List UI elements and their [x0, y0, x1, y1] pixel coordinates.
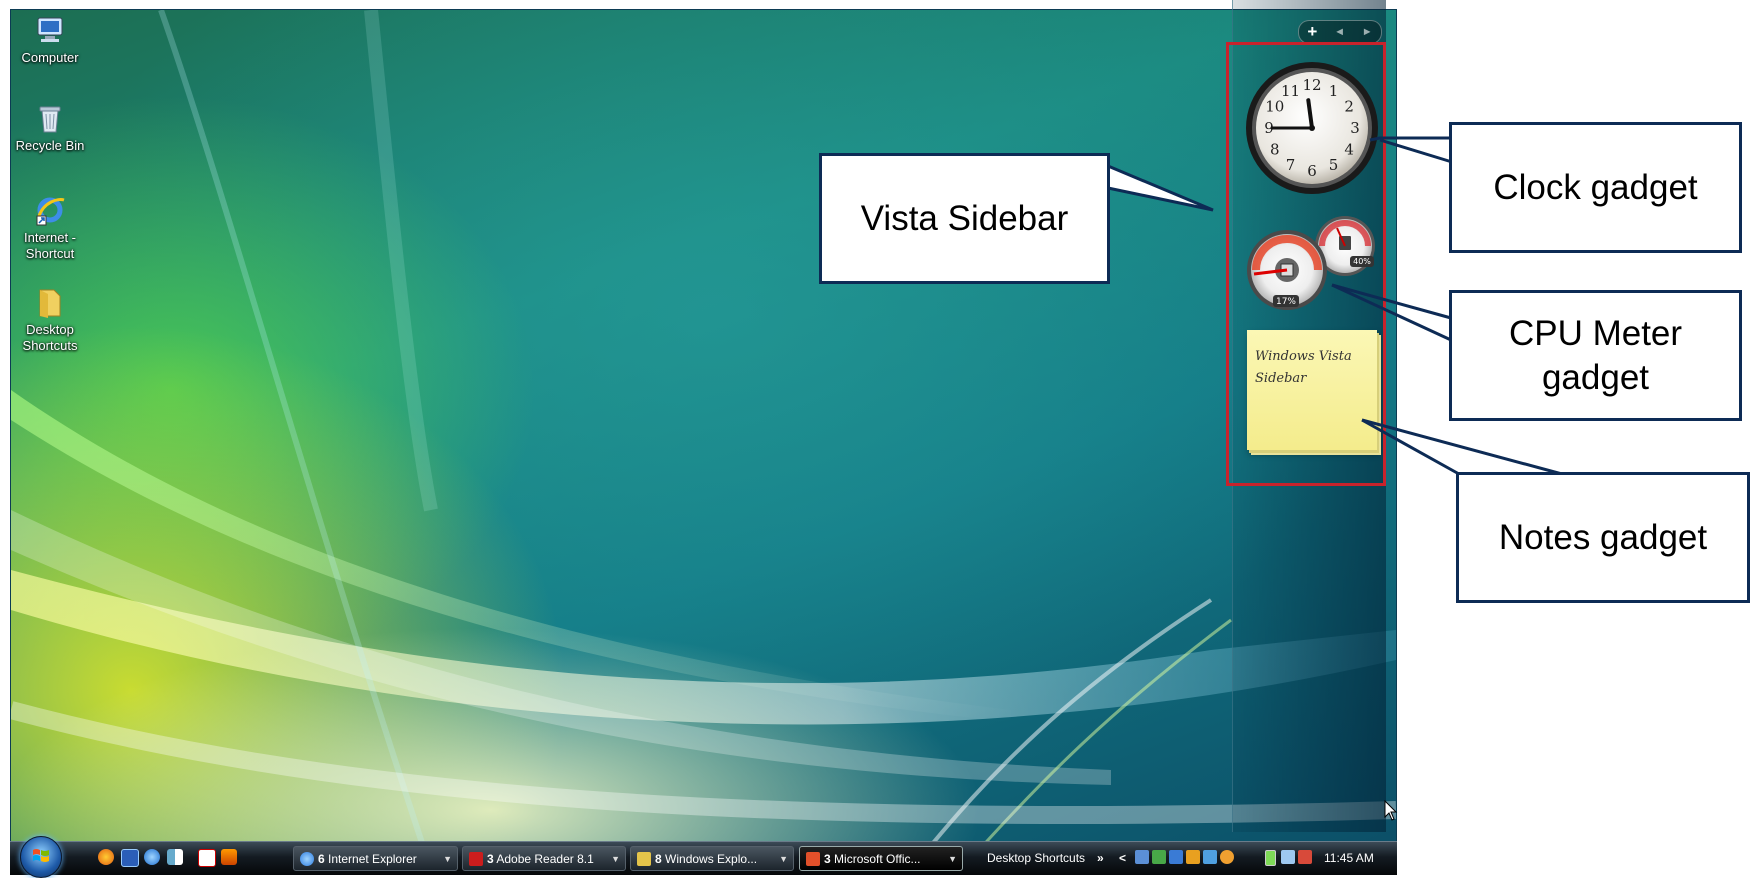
quick-launch-internet-explorer-icon[interactable]: [144, 849, 160, 865]
start-button[interactable]: [20, 836, 62, 878]
callout-text: CPU Meter: [1508, 313, 1683, 353]
volume-icon[interactable]: [1298, 850, 1312, 864]
callout-text: Vista Sidebar: [860, 198, 1069, 238]
desktop-icon-label: Recycle Bin: [15, 138, 85, 153]
sidebar-controls: + ◄ ►: [1298, 20, 1382, 44]
computer-icon: [34, 14, 66, 46]
sidebar-highlight-box: [1226, 42, 1386, 486]
taskbar-clock[interactable]: 11:45 AM: [1324, 846, 1374, 871]
callout-clock-gadget: Clock gadget: [1449, 122, 1742, 253]
quick-launch-firefox-icon[interactable]: [98, 849, 114, 865]
folder-icon: [34, 286, 66, 318]
task-count: 8: [655, 852, 662, 866]
task-windows-explorer[interactable]: 8 Windows Explo... ▼: [630, 846, 794, 871]
callout-vista-sidebar: Vista Sidebar: [819, 153, 1110, 284]
task-label: Internet Explorer: [328, 852, 417, 866]
add-gadget-button[interactable]: +: [1307, 22, 1317, 42]
windows-logo-icon: [33, 849, 49, 862]
task-label: Microsoft Offic...: [834, 852, 921, 866]
internet-explorer-icon: [34, 194, 66, 226]
callout-cpu-meter-gadget: CPU Meter gadget: [1449, 290, 1742, 421]
battery-icon[interactable]: [1265, 850, 1276, 866]
sync-icon[interactable]: [1152, 850, 1166, 864]
task-label: Adobe Reader 8.1: [496, 852, 594, 866]
mouse-pointer-icon: [1384, 800, 1398, 821]
show-hidden-icons-button[interactable]: <: [1119, 846, 1126, 871]
desktop-icon-label: Desktop Shortcuts: [22, 322, 78, 353]
callout-text: gadget: [1541, 357, 1650, 397]
microsoft-office-icon: [806, 852, 820, 866]
network-connection-icon[interactable]: [1281, 850, 1295, 864]
display-icon[interactable]: [1186, 850, 1200, 864]
task-internet-explorer[interactable]: 6 Internet Explorer ▼: [293, 846, 458, 871]
callout-text: Clock gadget: [1493, 167, 1698, 207]
task-adobe-reader[interactable]: 3 Adobe Reader 8.1 ▼: [462, 846, 626, 871]
chevron-down-icon: ▼: [948, 854, 957, 864]
task-label: Windows Explo...: [665, 852, 758, 866]
callout-notes-gadget: Notes gadget: [1456, 472, 1750, 603]
quick-launch-adobe-icon[interactable]: [198, 849, 216, 867]
adobe-reader-icon: [469, 852, 483, 866]
desktop-icon-desktop-shortcuts[interactable]: Desktop Shortcuts: [10, 286, 90, 354]
callout-text: Notes gadget: [1498, 517, 1708, 557]
security-icon[interactable]: [1203, 850, 1217, 864]
desktop-shortcuts-toolbar[interactable]: Desktop Shortcuts: [987, 846, 1085, 871]
wireless-icon[interactable]: [1169, 850, 1183, 864]
desktop: [10, 9, 1397, 874]
toolbar-more-button[interactable]: »: [1097, 846, 1104, 871]
quick-launch-word-icon[interactable]: [121, 849, 139, 867]
desktop-icon-internet-shortcut[interactable]: Internet - Shortcut: [10, 194, 90, 262]
task-count: 3: [487, 852, 494, 866]
recycle-bin-icon: [34, 102, 66, 134]
previous-gadgets-button[interactable]: ◄: [1334, 26, 1345, 38]
internet-explorer-icon: [300, 852, 314, 866]
task-microsoft-office[interactable]: 3 Microsoft Offic... ▼: [799, 846, 963, 871]
task-count: 6: [318, 852, 325, 866]
chevron-down-icon: ▼: [611, 854, 620, 864]
chevron-down-icon: ▼: [779, 854, 788, 864]
quick-launch-documents-icon[interactable]: [167, 849, 183, 865]
chevron-down-icon: ▼: [443, 854, 452, 864]
network-icon[interactable]: [1135, 850, 1149, 864]
next-gadgets-button[interactable]: ►: [1362, 26, 1373, 38]
desktop-icon-recycle-bin[interactable]: Recycle Bin: [10, 102, 90, 154]
desktop-icon-label: Internet - Shortcut: [23, 230, 77, 261]
quick-launch-media-icon[interactable]: [221, 849, 237, 865]
task-count: 3: [824, 852, 831, 866]
desktop-icon-label: Computer: [21, 50, 79, 65]
folder-icon: [637, 852, 651, 866]
wallpaper-swoosh: [11, 10, 1396, 872]
update-icon[interactable]: [1220, 850, 1234, 864]
desktop-icon-computer[interactable]: Computer: [10, 14, 90, 66]
